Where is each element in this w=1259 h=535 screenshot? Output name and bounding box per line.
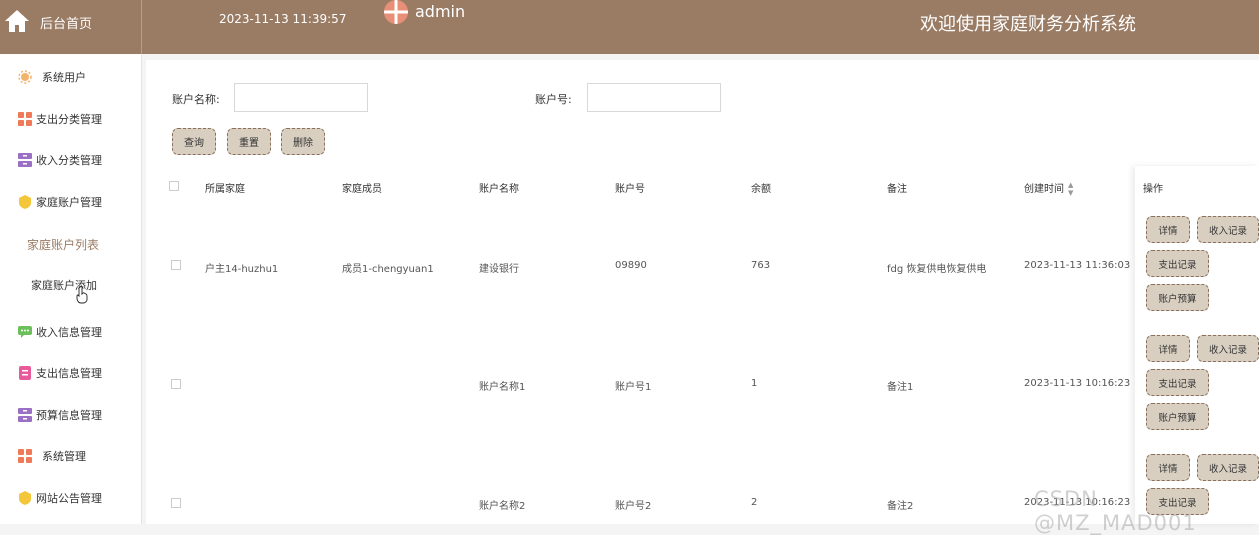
cell-created: 2023-11-13 11:36:03 [1024,260,1131,271]
sidebar-item-label: 家庭账户列表 [27,237,100,252]
sidebar-item-expense-info[interactable]: 支出信息管理 [0,358,142,388]
sidebar-item-label: 收入信息管理 [36,326,102,339]
income-record-button[interactable]: 收入记录 [1197,454,1259,481]
sidebar-item-label: 预算信息管理 [36,409,102,422]
hand-cursor-icon [76,286,88,304]
main-content: 账户名称: 账户号: 查询 重置 删除 所属家庭 家庭成员 账户名称 账户号 余… [146,60,1259,524]
current-datetime: 2023-11-13 11:39:57 [219,12,347,26]
account-budget-button[interactable]: 账户预算 [1146,284,1209,311]
watermark: CSDN @MZ_MAD001 [1034,487,1197,535]
operations-column: 操作 详情 收入记录 支出记录 账户预算 详情 收入记录 支出记录 账户预算 详… [1135,166,1259,524]
avatar-icon [384,0,408,24]
shield-icon [19,491,31,505]
gear-sun-icon [18,70,32,84]
sidebar-item-income-info[interactable]: 收入信息管理 [0,317,142,347]
site-title: 欢迎使用家庭财务分析系统 [920,14,1136,35]
top-header: 后台首页 2023-11-13 11:39:57 admin 欢迎使用家庭财务分… [0,0,1259,54]
cell-account-name: 建设银行 [479,264,519,275]
drawer-icon [18,408,32,422]
cell-balance: 763 [751,260,771,271]
sidebar-item-label: 支出分类管理 [36,113,102,126]
grid-icon [18,112,32,126]
cell-account-no: 账户号1 [615,382,652,393]
account-name-input[interactable] [234,83,368,112]
sidebar-item-label: 收入分类管理 [36,154,102,167]
reset-button[interactable]: 重置 [227,128,271,155]
cell-account-no: 账户号2 [615,501,652,512]
drawer-icon [18,153,32,167]
row-checkbox[interactable] [171,498,181,508]
sidebar-item-family-account[interactable]: 家庭账户管理 [0,187,142,217]
cell-account-name: 账户名称1 [479,382,526,393]
sidebar-item-announcements[interactable]: 网站公告管理 [0,483,142,513]
column-header-created[interactable]: 创建时间 ▲ ▼ [1024,180,1073,197]
account-budget-button[interactable]: 账户预算 [1146,403,1209,430]
expense-record-button[interactable]: 支出记录 [1146,250,1209,277]
admin-avatar[interactable] [384,0,408,24]
account-no-input[interactable] [587,83,721,112]
sidebar-subitem-account-add[interactable]: 家庭账户添加 [0,270,142,300]
account-name-label: 账户名称: [172,93,220,106]
column-header-ops: 操作 [1143,184,1163,195]
sidebar-item-label: 网站公告管理 [36,492,102,505]
income-record-button[interactable]: 收入记录 [1197,216,1259,243]
delete-button[interactable]: 删除 [281,128,325,155]
sidebar-subitem-account-list[interactable]: 家庭账户列表 [0,229,142,259]
home-title: 后台首页 [40,17,93,32]
sort-icon[interactable]: ▲ ▼ [1068,181,1073,197]
cell-member: 成员1-chengyuan1 [342,264,434,275]
shield-icon [19,195,31,209]
sidebar-item-label: 家庭账户管理 [36,196,102,209]
income-record-button[interactable]: 收入记录 [1197,335,1259,362]
account-no-label: 账户号: [535,93,572,106]
cell-created: 2023-11-13 10:16:23 [1024,378,1131,389]
expense-record-button[interactable]: 支出记录 [1146,369,1209,396]
sidebar-item-budget-info[interactable]: 预算信息管理 [0,400,142,430]
column-header-remark: 备注 [887,184,907,195]
cell-account-no: 09890 [615,260,647,271]
detail-button[interactable]: 详情 [1146,216,1190,243]
cell-account-name: 账户名称2 [479,501,526,512]
chat-icon [18,326,32,338]
sidebar-item-income-category[interactable]: 收入分类管理 [0,145,142,175]
row-checkbox[interactable] [171,379,181,389]
cell-family: 户主14-huzhu1 [205,264,279,275]
admin-username[interactable]: admin [415,2,465,21]
column-header-created-label: 创建时间 [1024,184,1064,195]
row-checkbox[interactable] [171,260,181,270]
column-header-member: 家庭成员 [342,184,382,195]
receipt-icon [19,366,31,380]
sidebar-item-label: 系统用户 [42,71,86,84]
column-header-family: 所属家庭 [205,184,245,195]
column-header-account-name: 账户名称 [479,184,519,195]
column-header-balance: 余额 [751,184,771,195]
grid-icon [18,449,32,463]
sidebar-item-label: 系统管理 [42,450,86,463]
column-header-account-no: 账户号 [615,184,645,195]
detail-button[interactable]: 详情 [1146,454,1190,481]
home-icon [5,10,29,32]
select-all-checkbox[interactable] [169,181,179,191]
sidebar-item-system-manage[interactable]: 系统管理 [0,441,142,471]
cell-balance: 1 [751,378,758,389]
cell-remark: 备注1 [887,382,914,393]
cell-remark: 备注2 [887,501,914,512]
detail-button[interactable]: 详情 [1146,335,1190,362]
cell-remark: fdg 恢复供电恢复供电 [887,264,987,275]
home-link[interactable]: 后台首页 [0,0,142,54]
query-button[interactable]: 查询 [172,128,216,155]
sidebar-item-expense-category[interactable]: 支出分类管理 [0,104,142,134]
cell-balance: 2 [751,497,758,508]
sidebar-item-label: 支出信息管理 [36,367,102,380]
sidebar-item-system-users[interactable]: 系统用户 [0,62,142,92]
sidebar: 系统用户 支出分类管理 收入分类管理 家庭账户管理 家庭账户列表 家庭账户添加 … [0,54,142,524]
